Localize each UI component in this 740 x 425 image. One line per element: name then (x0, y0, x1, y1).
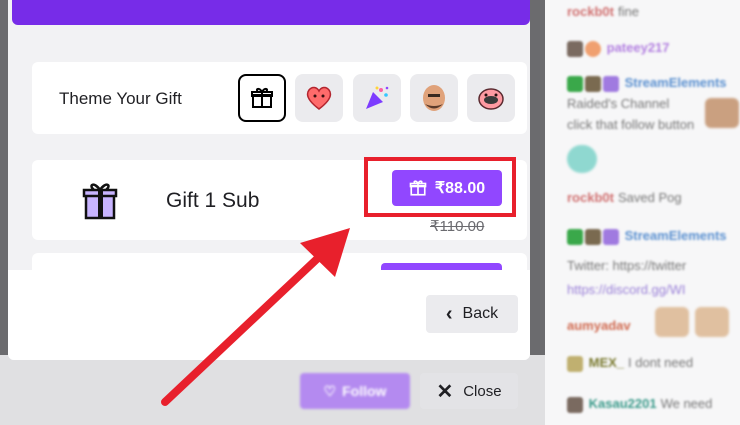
theme-option-heart[interactable] (295, 74, 343, 122)
theme-option-gift[interactable] (238, 74, 286, 122)
chat-panel: rockb0t fine pateey217 StreamElements Rai… (545, 0, 740, 425)
theme-option-blob[interactable] (467, 74, 515, 122)
party-popper-icon (366, 86, 389, 109)
chat-message: https://discord.gg/WI (567, 282, 686, 297)
chat-emote (705, 98, 739, 128)
original-price: ₹110.00 (430, 218, 485, 235)
close-icon: ✕ (436, 380, 454, 403)
blob-emote-icon (478, 88, 504, 110)
close-button[interactable]: ✕ Close (420, 373, 518, 409)
theme-gift-card: Theme Your Gift (32, 62, 527, 134)
modal-header-bar (12, 0, 530, 25)
chevron-left-icon: ‹ (445, 302, 453, 325)
chat-message: rockb0t Saved Pog (567, 190, 682, 205)
theme-option-party[interactable] (353, 74, 401, 122)
back-button[interactable]: ‹ Back (426, 295, 518, 333)
highlight-box (364, 157, 516, 217)
chat-message: StreamElements (567, 75, 731, 92)
chat-message: aumyadav (567, 318, 631, 333)
heart-emote-icon (306, 86, 332, 110)
theme-label: Theme Your Gift (59, 89, 182, 108)
gift-icon (251, 88, 273, 108)
chat-message: MEX_ I dont need (567, 355, 693, 372)
face-emote-icon (423, 85, 445, 111)
chat-message: click that follow button (567, 117, 695, 132)
chat-emote (655, 307, 689, 337)
heart-icon: ♡ (323, 382, 337, 399)
modal-footer: ‹ Back (8, 270, 530, 360)
gift-sub-title: Gift 1 Sub (166, 189, 260, 212)
close-label: Close (463, 382, 502, 400)
follow-label: Follow (342, 383, 387, 399)
chat-message: Raided's Channel (567, 96, 670, 111)
follow-button[interactable]: ♡ Follow (300, 373, 410, 409)
chat-message: Twitter: https://twitter (567, 258, 687, 273)
chat-message: pateey217 (567, 40, 674, 57)
chat-message: StreamElements (567, 228, 731, 245)
chat-message: Kasau2201 We need (567, 396, 712, 413)
chat-emote (695, 307, 729, 337)
chat-message: rockb0t fine (567, 4, 639, 19)
gift-box-icon (82, 183, 118, 220)
back-label: Back (462, 305, 499, 322)
chat-emote (567, 145, 597, 173)
theme-option-face[interactable] (410, 74, 458, 122)
